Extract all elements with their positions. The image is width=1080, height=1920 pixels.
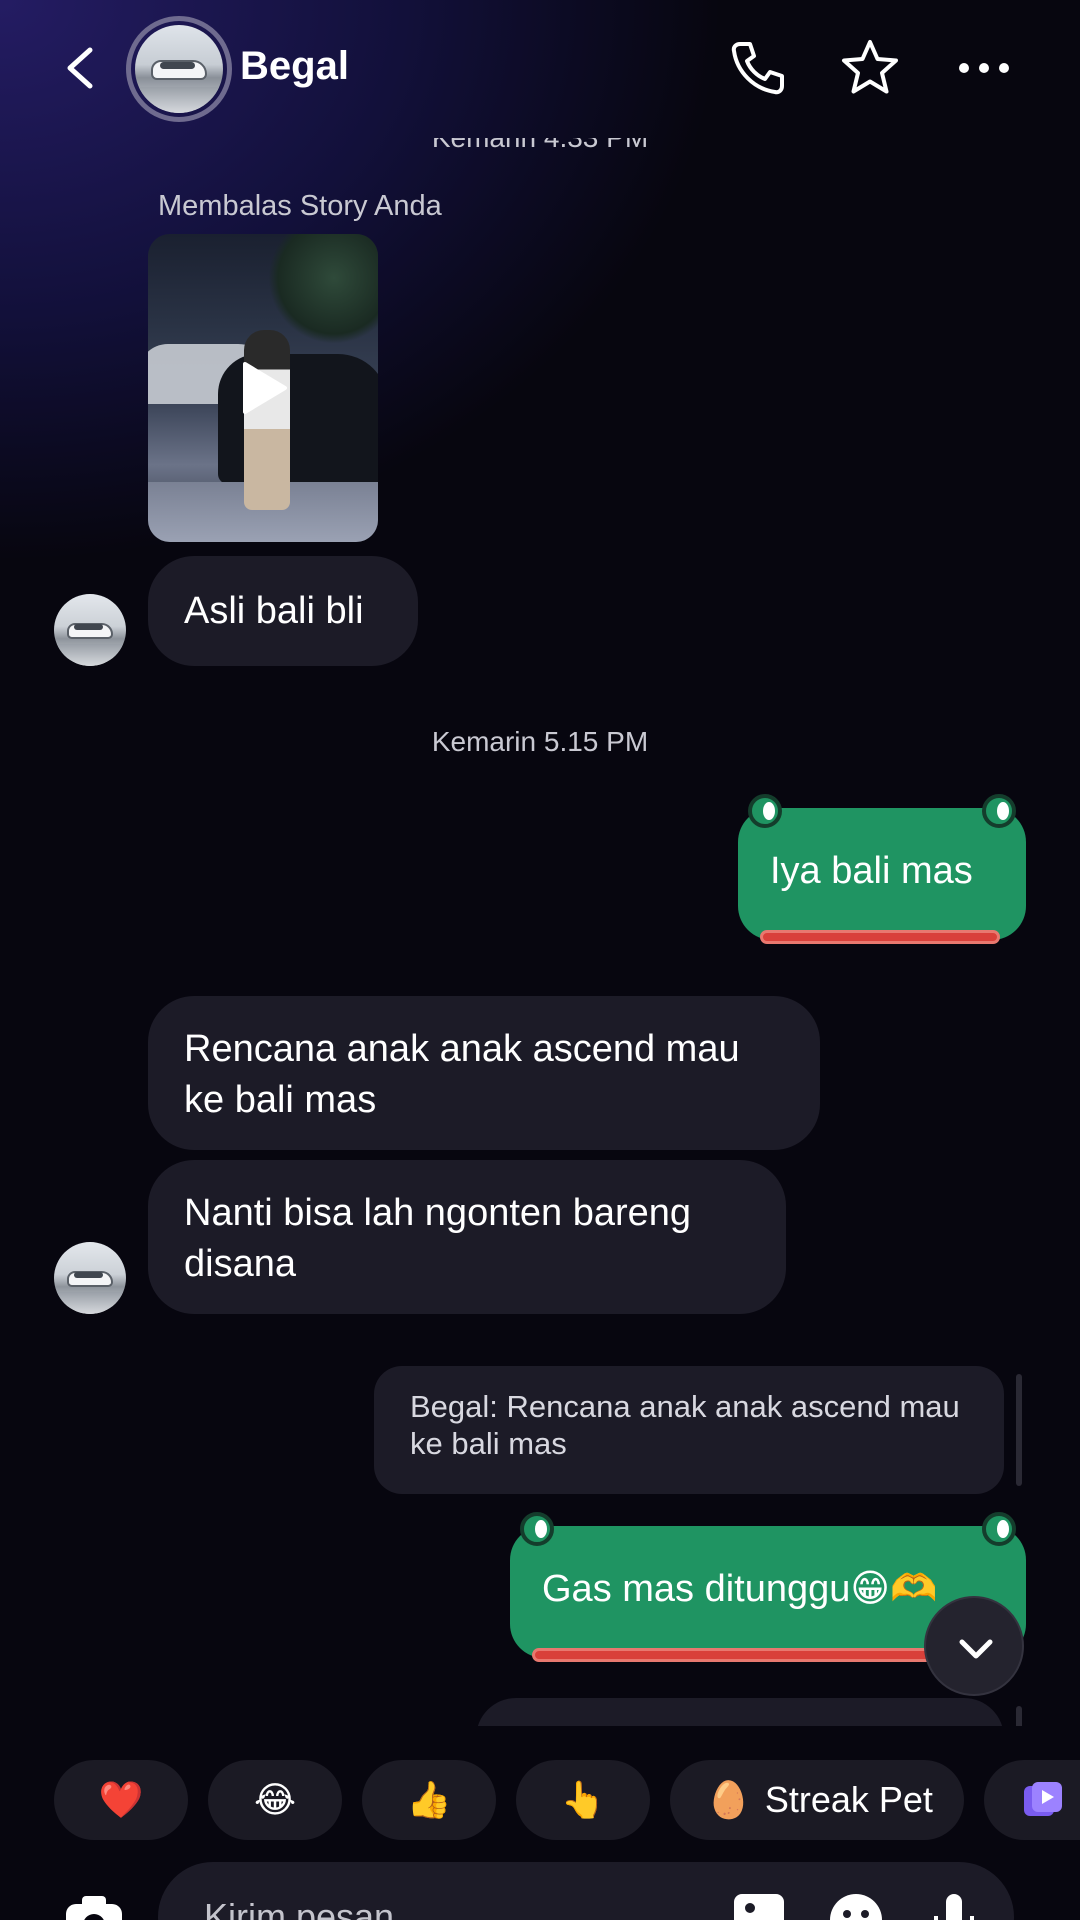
frog-eye-left-icon	[748, 794, 782, 828]
voice-message-button[interactable]	[924, 1890, 984, 1920]
egg-icon: 🥚	[706, 1779, 751, 1820]
reaction-point-button[interactable]: 👆	[516, 1760, 650, 1840]
frog-eye-left-icon	[520, 1512, 554, 1546]
contact-avatar[interactable]	[126, 16, 232, 122]
more-reactions-button[interactable]	[984, 1760, 1080, 1840]
outgoing-message-text: Iya bali mas	[770, 850, 973, 892]
incoming-message[interactable]: Rencana anak anak ascend mau ke bali mas	[148, 996, 820, 1150]
microphone-icon	[934, 1894, 974, 1920]
back-icon	[67, 47, 93, 89]
favorite-button[interactable]	[838, 36, 902, 100]
camera-button[interactable]	[64, 1892, 124, 1920]
message-composer	[0, 1856, 1080, 1920]
frog-eye-right-icon	[982, 1512, 1016, 1546]
gallery-button[interactable]	[730, 1890, 790, 1920]
back-button[interactable]	[60, 40, 102, 96]
car-profile-picture	[135, 25, 223, 113]
quote-indicator-bar	[1016, 1374, 1022, 1486]
heart-icon: ❤️	[98, 1779, 144, 1820]
quoted-reply[interactable]: Begal: Rencana anak anak ascend mau ke b…	[374, 1366, 1004, 1494]
star-icon	[842, 40, 898, 94]
frog-eye-right-icon	[982, 794, 1016, 828]
reaction-thumbs-up-button[interactable]: 👍	[362, 1760, 496, 1840]
bubble-underline	[532, 1648, 992, 1662]
pointing-hand-icon: 👆	[560, 1779, 606, 1820]
contact-name[interactable]: Begal	[240, 44, 349, 89]
laughing-face-icon: 😂	[253, 1779, 297, 1820]
more-options-button[interactable]	[952, 36, 1016, 100]
reaction-laugh-button[interactable]: 😂	[208, 1760, 342, 1840]
call-button[interactable]	[726, 36, 790, 100]
story-reply-caption: Membalas Story Anda	[158, 190, 442, 222]
outgoing-message[interactable]: Iya bali mas	[738, 794, 1026, 944]
streak-pet-label: Streak Pet	[764, 1779, 933, 1820]
camera-icon	[66, 1896, 122, 1920]
scroll-to-bottom-button[interactable]	[924, 1596, 1024, 1696]
streak-pet-button[interactable]: 🥚 Streak Pet	[670, 1760, 964, 1840]
outgoing-message-text: Gas mas ditunggu😁🫶	[542, 1568, 938, 1610]
sticker-button[interactable]	[826, 1890, 886, 1920]
chat-header: Begal	[0, 0, 1080, 140]
incoming-message[interactable]: Asli bali bli	[148, 556, 418, 666]
timestamp: Kemarin 5.15 PM	[431, 726, 649, 757]
image-icon	[734, 1894, 784, 1920]
phone-icon	[731, 42, 784, 95]
bubble-underline	[760, 930, 1000, 944]
chevron-down-icon	[959, 1639, 993, 1659]
story-video-thumbnail[interactable]	[148, 234, 378, 542]
reaction-heart-button[interactable]: ❤️	[54, 1760, 188, 1840]
video-card-icon	[1024, 1782, 1062, 1816]
play-icon	[243, 362, 287, 414]
incoming-message[interactable]: Nanti bisa lah ngonten bareng disana	[148, 1160, 786, 1314]
smiley-icon	[830, 1894, 882, 1920]
contact-avatar-small[interactable]	[54, 1242, 126, 1314]
more-icon	[959, 63, 1009, 73]
contact-avatar-small[interactable]	[54, 594, 126, 666]
thumbs-up-icon: 👍	[406, 1779, 452, 1820]
quick-reaction-bar: ❤️ 😂 👍 👆 🥚 Streak Pet	[0, 1726, 1080, 1856]
